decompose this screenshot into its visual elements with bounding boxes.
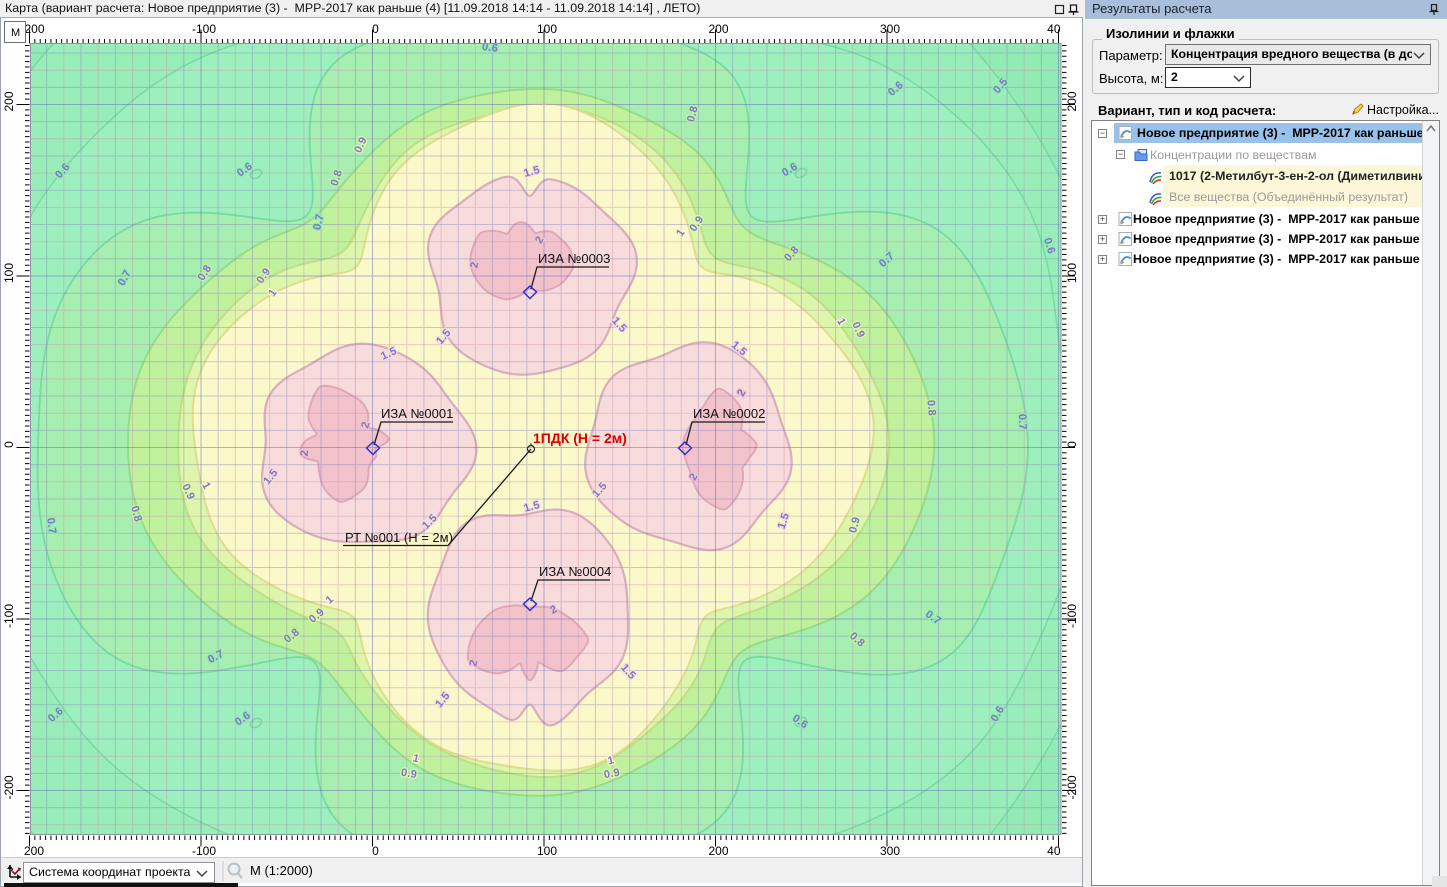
svg-text:0: 0 bbox=[1065, 441, 1079, 448]
svg-text:2: 2 bbox=[299, 449, 312, 456]
svg-text:ИЗА №0001: ИЗА №0001 bbox=[381, 406, 453, 421]
svg-text:-200: -200 bbox=[1065, 775, 1079, 799]
svg-text:200: 200 bbox=[708, 22, 728, 36]
svg-text:100: 100 bbox=[537, 844, 557, 858]
svg-text:ИЗА №0004: ИЗА №0004 bbox=[539, 564, 611, 579]
svg-text:-100: -100 bbox=[192, 844, 216, 858]
svg-text:40: 40 bbox=[1047, 22, 1061, 36]
svg-text:0.8: 0.8 bbox=[924, 399, 937, 416]
svg-text:300: 300 bbox=[880, 22, 900, 36]
svg-text:ИЗА №0002: ИЗА №0002 bbox=[693, 406, 765, 421]
svg-text:100: 100 bbox=[537, 22, 557, 36]
svg-text:0.7: 0.7 bbox=[44, 517, 58, 535]
svg-text:200: 200 bbox=[708, 844, 728, 858]
svg-text:-100: -100 bbox=[2, 604, 16, 628]
svg-text:-200: -200 bbox=[2, 775, 16, 799]
svg-text:300: 300 bbox=[880, 844, 900, 858]
svg-text:0: 0 bbox=[2, 441, 16, 448]
svg-text:М (1:2000): М (1:2000) bbox=[250, 863, 313, 878]
svg-text:ИЗА №0003: ИЗА №0003 bbox=[538, 251, 610, 266]
svg-text:0: 0 bbox=[372, 22, 379, 36]
svg-text:М: М bbox=[11, 27, 20, 39]
svg-text:200: 200 bbox=[1065, 91, 1079, 111]
svg-text:100: 100 bbox=[1065, 263, 1079, 283]
svg-text:0: 0 bbox=[372, 844, 379, 858]
svg-text:-100: -100 bbox=[1065, 604, 1079, 628]
svg-text:0.7: 0.7 bbox=[1016, 414, 1029, 431]
svg-text:РТ №001 (Н = 2м): РТ №001 (Н = 2м) bbox=[345, 530, 453, 545]
svg-text:200: 200 bbox=[2, 91, 16, 111]
svg-text:100: 100 bbox=[2, 263, 16, 283]
svg-text:40: 40 bbox=[1047, 844, 1061, 858]
svg-text:1ПДК (Н = 2м): 1ПДК (Н = 2м) bbox=[533, 430, 627, 446]
svg-text:-100: -100 bbox=[192, 22, 216, 36]
svg-text:200: 200 bbox=[24, 844, 44, 858]
